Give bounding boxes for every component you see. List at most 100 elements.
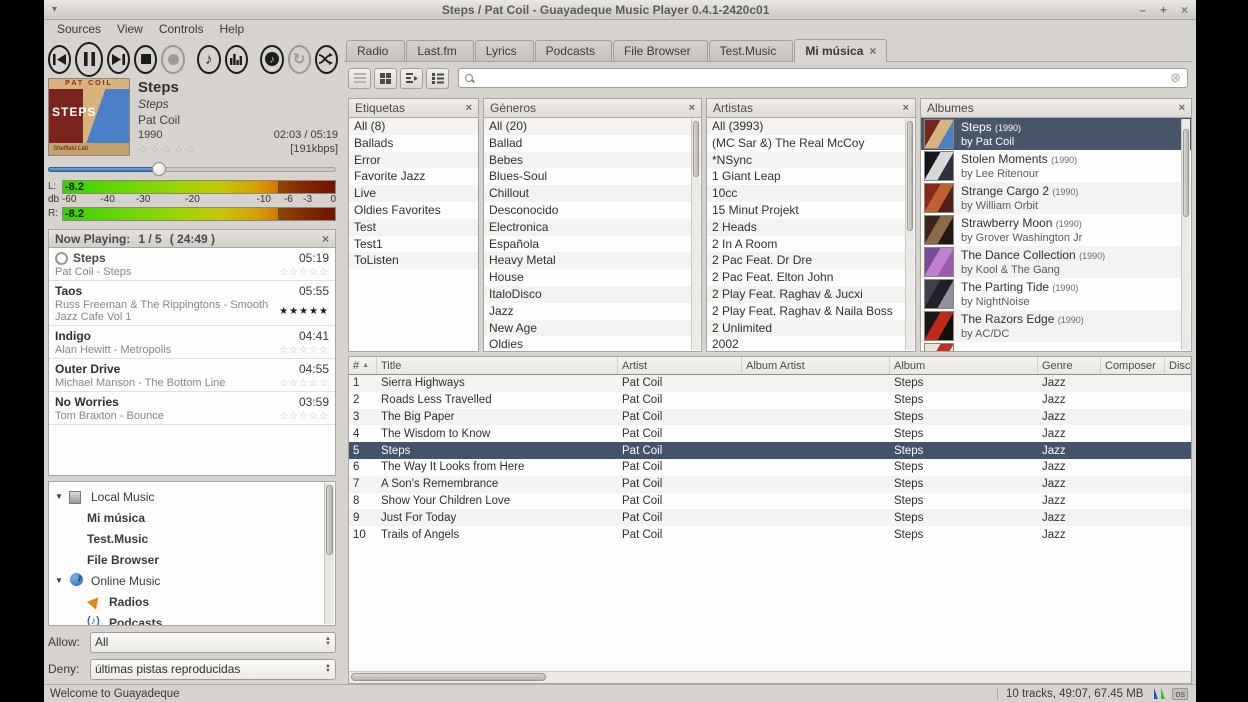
tab[interactable]: Mi música ×	[794, 39, 887, 62]
artista-item[interactable]: *NSync	[707, 152, 915, 169]
tree-item[interactable]: ▼ Radios	[49, 591, 335, 612]
playlist-track-rating[interactable]: ★★★★★	[279, 306, 329, 317]
etiqueta-item[interactable]: Error	[349, 152, 478, 169]
playlist-track-rating[interactable]: ☆☆☆☆☆	[279, 267, 329, 278]
album-item[interactable]: Strange Cargo 2 (1990) by William Orbit	[921, 182, 1191, 214]
close-button[interactable]: ×	[1181, 3, 1188, 17]
now-playing-close-icon[interactable]: ×	[322, 232, 329, 246]
menu-item[interactable]: View	[110, 21, 150, 37]
artista-item[interactable]: 15 Minut Projekt	[707, 202, 915, 219]
record-button[interactable]	[161, 45, 184, 74]
album-item[interactable]: Steps (1990) by Pat Coil	[921, 118, 1191, 150]
artista-item[interactable]: 2002	[707, 336, 915, 351]
column-header-album[interactable]: Album	[890, 357, 1038, 374]
column-header-title[interactable]: Title	[377, 357, 618, 374]
playlist-track-rating[interactable]: ☆☆☆☆☆	[279, 345, 329, 356]
genero-item[interactable]: Heavy Metal	[484, 252, 701, 269]
genero-item[interactable]: New Age	[484, 320, 701, 337]
repeat-button[interactable]: ↻	[288, 45, 311, 74]
tree-item[interactable]: ▼ Test.Music	[49, 528, 335, 549]
column-header-artist[interactable]: Artist	[618, 357, 742, 374]
panel-close-icon[interactable]: ×	[903, 102, 909, 114]
genero-item[interactable]: Jazz	[484, 303, 701, 320]
stop-button[interactable]	[134, 45, 157, 74]
generos-scrollbar[interactable]	[691, 119, 700, 350]
column-header-num[interactable]: #▲	[349, 357, 377, 374]
artista-item[interactable]: All (3993)	[707, 118, 915, 135]
tab[interactable]: Radio	[346, 40, 405, 61]
playlist-track-row[interactable]: No Worries 03:59 Tom Braxton - Bounce ☆☆…	[49, 392, 335, 425]
artista-item[interactable]: 2 Pac Feat. Dr Dre	[707, 252, 915, 269]
table-row[interactable]: 10 Trails of Angels Pat Coil Steps Jazz	[349, 526, 1191, 543]
etiqueta-item[interactable]: Oldies Favorites	[349, 202, 478, 219]
maximize-button[interactable]: +	[1160, 3, 1167, 17]
genero-item[interactable]: Bebes	[484, 152, 701, 169]
playlist-track-row[interactable]: Indigo 04:41 Alan Hewitt - Metropolis ☆☆…	[49, 326, 335, 359]
artista-item[interactable]: 2 Pac Feat. Elton John	[707, 269, 915, 286]
window-menu-icon[interactable]: ▾	[52, 4, 72, 15]
audioscrobble-icon[interactable]	[1153, 687, 1167, 700]
tree-item[interactable]: ▼ Podcasts	[49, 612, 335, 626]
genero-item[interactable]: All (20)	[484, 118, 701, 135]
tree-item[interactable]: ▼ Mi música	[49, 507, 335, 528]
tab[interactable]: File Browser	[613, 40, 708, 61]
table-row[interactable]: 6 The Way It Looks from Here Pat Coil St…	[349, 459, 1191, 476]
previous-button[interactable]	[48, 45, 71, 74]
table-row[interactable]: 2 Roads Less Travelled Pat Coil Steps Ja…	[349, 392, 1191, 409]
titlebar[interactable]: ▾ Steps / Pat Coil - Guayadeque Music Pl…	[44, 0, 1196, 20]
album-item[interactable]: The Shape of Jazz to Come (1990)	[921, 342, 1191, 351]
artista-item[interactable]: 2 Play Feat. Raghav & Naila Boss	[707, 303, 915, 320]
etiqueta-item[interactable]: Live	[349, 185, 478, 202]
etiqueta-item[interactable]: Ballads	[349, 135, 478, 152]
album-item[interactable]: The Parting Tide (1990) by NightNoise	[921, 278, 1191, 310]
table-row[interactable]: 5 Steps Pat Coil Steps Jazz	[349, 442, 1191, 459]
menu-item[interactable]: Sources	[50, 21, 108, 37]
panel-artistas-header[interactable]: Artistas ×	[707, 99, 915, 118]
view-grid-icon[interactable]	[374, 68, 397, 89]
genero-item[interactable]: Blues-Soul	[484, 168, 701, 185]
spinner-arrows-icon[interactable]: ▲▼	[325, 637, 331, 647]
view-filter-icon[interactable]	[400, 68, 423, 89]
etiqueta-item[interactable]: Test	[349, 219, 478, 236]
os-badge[interactable]: os	[1172, 688, 1188, 700]
artista-item[interactable]: 10cc	[707, 185, 915, 202]
volume-button[interactable]: ♪	[197, 45, 220, 74]
panel-close-icon[interactable]: ×	[1179, 102, 1185, 114]
album-item[interactable]: Stolen Moments (1990) by Lee Ritenour	[921, 150, 1191, 182]
table-row[interactable]: 1 Sierra Highways Pat Coil Steps Jazz	[349, 375, 1191, 392]
expander-icon[interactable]: ▼	[55, 492, 69, 501]
album-item[interactable]: The Razors Edge (1990) by AC/DC	[921, 310, 1191, 342]
etiqueta-item[interactable]: Test1	[349, 236, 478, 253]
view-list-icon[interactable]	[348, 68, 371, 89]
genero-item[interactable]: Ballad	[484, 135, 701, 152]
shuffle-button[interactable]	[315, 45, 338, 74]
tab-close-icon[interactable]: ×	[869, 44, 876, 58]
panel-generos-header[interactable]: Géneros ×	[484, 99, 701, 118]
genero-item[interactable]: Desconocido	[484, 202, 701, 219]
artista-item[interactable]: 2 Heads	[707, 219, 915, 236]
table-row[interactable]: 3 The Big Paper Pat Coil Steps Jazz	[349, 409, 1191, 426]
panel-etiquetas-header[interactable]: Etiquetas ×	[349, 99, 478, 118]
genero-item[interactable]: Electronica	[484, 219, 701, 236]
table-horizontal-scrollbar[interactable]	[349, 671, 1191, 683]
table-row[interactable]: 7 A Son's Remembrance Pat Coil Steps Jaz…	[349, 476, 1191, 493]
albumes-scrollbar[interactable]	[1181, 119, 1190, 350]
tab[interactable]: Last.fm	[406, 40, 473, 61]
column-header-album-artist[interactable]: Album Artist	[742, 357, 890, 374]
tree-item[interactable]: ▼ Local Music	[49, 486, 335, 507]
column-header-disc[interactable]: Disc	[1165, 357, 1191, 374]
column-header-genre[interactable]: Genre	[1038, 357, 1101, 374]
genero-item[interactable]: Española	[484, 236, 701, 253]
spinner-arrows-icon[interactable]: ▲▼	[325, 664, 331, 674]
menu-item[interactable]: Help	[213, 21, 252, 37]
genero-item[interactable]: Chillout	[484, 185, 701, 202]
panel-close-icon[interactable]: ×	[466, 102, 472, 114]
tab[interactable]: Test.Music	[709, 40, 794, 61]
table-row[interactable]: 8 Show Your Children Love Pat Coil Steps…	[349, 493, 1191, 510]
allow-select[interactable]: All ▲▼	[90, 632, 336, 653]
playlist-track-row[interactable]: Steps 05:19 Pat Coil - Steps ☆☆☆☆☆	[49, 248, 335, 281]
tree-item[interactable]: ▼ File Browser	[49, 549, 335, 570]
playlist-track-row[interactable]: Taos 05:55 Russ Freeman & The Rippington…	[49, 281, 335, 326]
column-header-composer[interactable]: Composer	[1101, 357, 1165, 374]
artista-item[interactable]: (MC Sar &) The Real McCoy	[707, 135, 915, 152]
